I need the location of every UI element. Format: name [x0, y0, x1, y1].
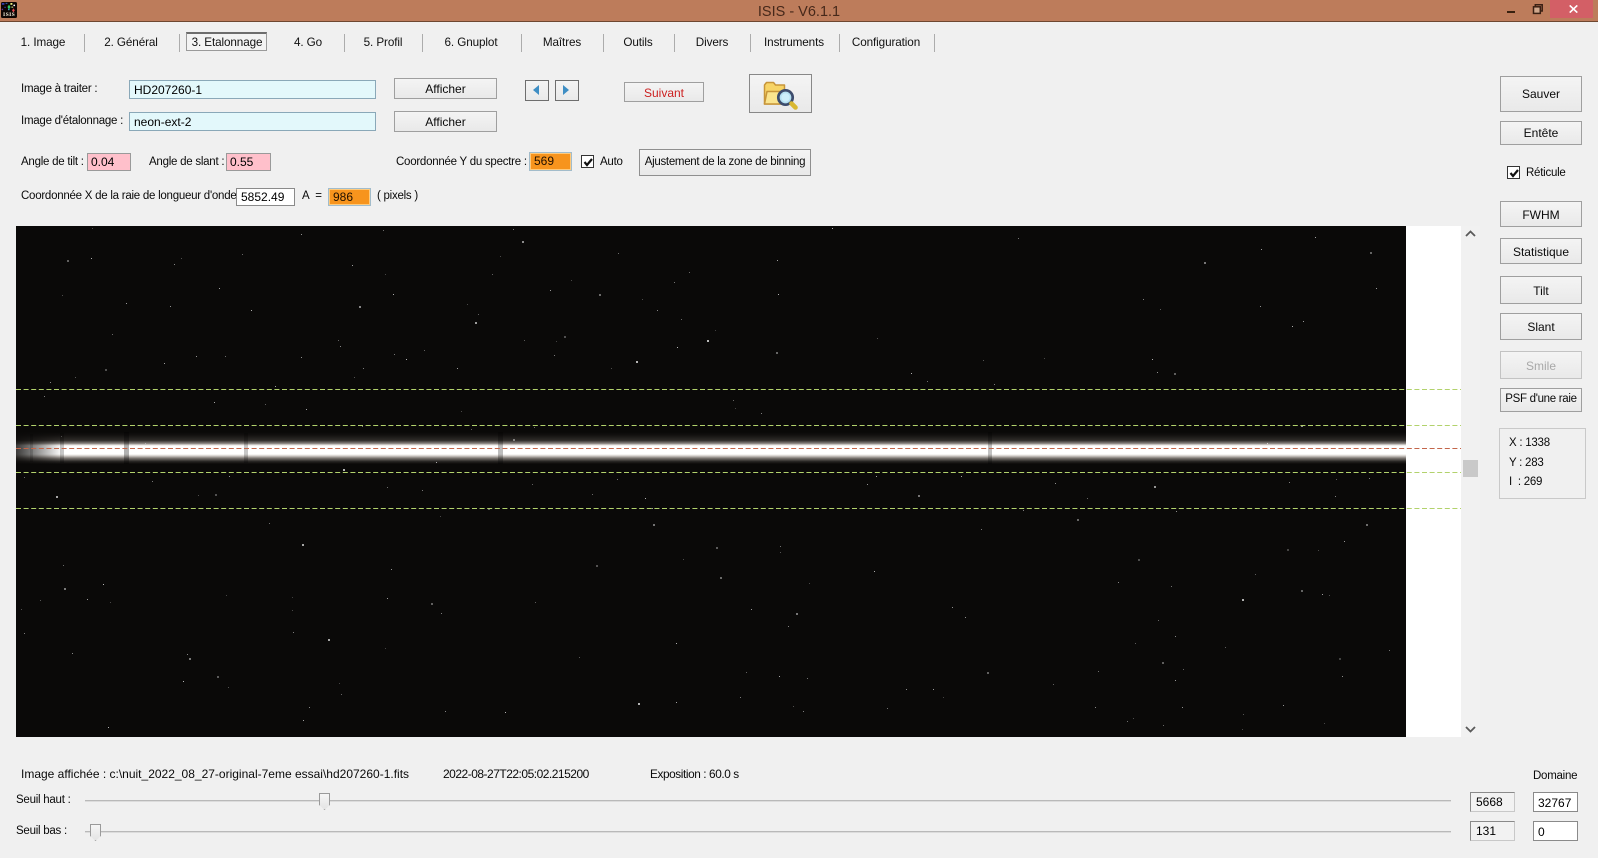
svg-text:ISIS: ISIS	[3, 12, 15, 18]
